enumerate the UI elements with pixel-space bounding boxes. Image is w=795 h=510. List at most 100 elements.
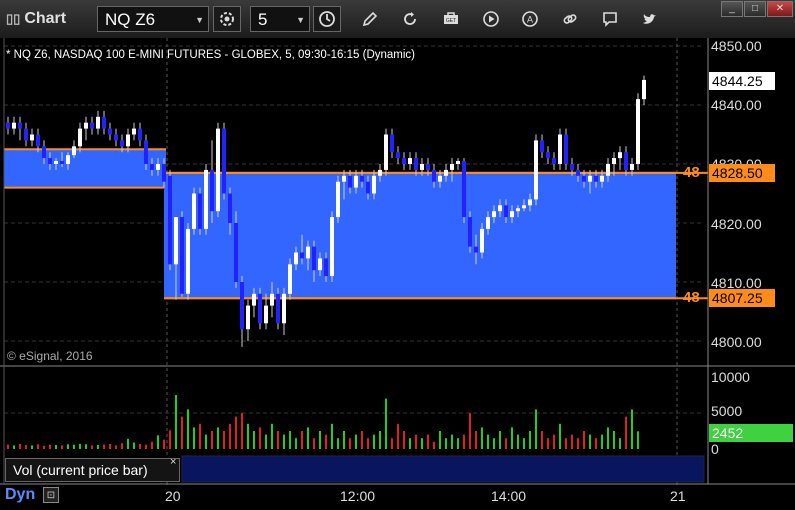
candle-body bbox=[546, 152, 550, 159]
alert-button[interactable]: A bbox=[516, 6, 544, 32]
app-title: ▯▯ Chart bbox=[6, 8, 66, 30]
candle-body bbox=[456, 161, 460, 164]
candle-body bbox=[228, 193, 232, 223]
candle-body bbox=[366, 181, 370, 194]
candle-body bbox=[258, 293, 262, 324]
candle-body bbox=[186, 228, 190, 294]
interval-select[interactable]: 5 ▼ bbox=[250, 6, 310, 32]
candle-body bbox=[468, 217, 472, 247]
candle-body bbox=[564, 134, 568, 164]
price-chart[interactable] bbox=[0, 38, 795, 510]
comment-button[interactable] bbox=[596, 6, 624, 32]
volume-tick: 5000 bbox=[711, 403, 743, 419]
candle-body bbox=[234, 223, 238, 282]
candle-body bbox=[600, 175, 604, 182]
candle-body bbox=[636, 99, 640, 164]
draw-button[interactable] bbox=[356, 6, 384, 32]
candle-body bbox=[528, 199, 532, 206]
candle-body bbox=[270, 293, 274, 306]
clock-icon bbox=[319, 11, 335, 27]
candle-body bbox=[588, 175, 592, 182]
candle-body bbox=[396, 152, 400, 159]
candle-body bbox=[300, 252, 304, 259]
lock-icon[interactable]: ⊡ bbox=[43, 487, 59, 503]
candle-body bbox=[180, 217, 184, 294]
candle-body bbox=[486, 217, 490, 229]
candle-body bbox=[330, 217, 334, 277]
candle-body bbox=[12, 122, 16, 129]
candle-body bbox=[198, 193, 202, 229]
twitter-button[interactable] bbox=[636, 6, 664, 32]
candle-body bbox=[96, 116, 100, 129]
candle-body bbox=[84, 122, 88, 129]
play-icon bbox=[483, 11, 499, 27]
candle-body bbox=[150, 164, 154, 170]
candle-body bbox=[138, 128, 142, 141]
candle-body bbox=[66, 155, 70, 164]
candle-body bbox=[504, 205, 508, 218]
candle-body bbox=[624, 152, 628, 170]
level-low-label: 48 bbox=[683, 289, 700, 306]
candle-body bbox=[114, 134, 118, 141]
settings-button[interactable] bbox=[213, 6, 241, 32]
candle-body bbox=[174, 217, 178, 265]
candle-body bbox=[390, 134, 394, 153]
symbol-value: NQ Z6 bbox=[105, 10, 156, 29]
dynamic-mode-label[interactable]: Dyn bbox=[5, 486, 35, 504]
candle-body bbox=[132, 128, 136, 135]
volume-panel-band bbox=[181, 455, 705, 483]
play-button[interactable] bbox=[477, 6, 505, 32]
candle-body bbox=[630, 164, 634, 170]
candle-body bbox=[48, 158, 52, 164]
candle-body bbox=[90, 122, 94, 129]
volume-study-close-icon[interactable]: × bbox=[170, 456, 176, 468]
candle-body bbox=[192, 193, 196, 229]
time-tick: 14:00 bbox=[491, 488, 527, 504]
candle-body bbox=[432, 169, 436, 182]
last-volume-tag: 2452 bbox=[709, 424, 793, 442]
candle-body bbox=[384, 134, 388, 170]
price-zone bbox=[164, 172, 676, 299]
candle-body bbox=[312, 246, 316, 271]
chart-toolbar: ▯▯ Chart NQ Z6 ▼ 5 ▼ GET A _ □ ✕ bbox=[0, 0, 795, 39]
candle-body bbox=[420, 164, 424, 170]
candle-body bbox=[570, 164, 574, 170]
candle-body bbox=[612, 158, 616, 164]
last-price-tag: 4844.25 bbox=[709, 72, 775, 90]
candle-body bbox=[516, 208, 520, 212]
volume-study-label[interactable]: Vol (current price bar) bbox=[5, 458, 180, 482]
candle-body bbox=[618, 152, 622, 159]
candle-body bbox=[324, 258, 328, 277]
candle-body bbox=[276, 293, 280, 324]
time-tick: 20 bbox=[165, 488, 181, 504]
candle-body bbox=[54, 161, 58, 164]
candle-body bbox=[540, 140, 544, 153]
candle-body bbox=[642, 79, 646, 100]
candle-body bbox=[294, 252, 298, 265]
refresh-button[interactable] bbox=[396, 6, 424, 32]
chevron-down-icon: ▼ bbox=[296, 15, 305, 25]
link-button[interactable] bbox=[556, 6, 584, 32]
time-tick: 12:00 bbox=[340, 488, 376, 504]
price-tick: 4800.00 bbox=[711, 334, 762, 350]
maximize-button[interactable]: □ bbox=[744, 1, 766, 17]
price-tick: 4850.00 bbox=[711, 38, 762, 54]
candle-body bbox=[372, 175, 376, 194]
alert-label: A bbox=[527, 15, 533, 25]
candle-body bbox=[342, 175, 346, 182]
candle-body bbox=[360, 175, 364, 182]
candle-body bbox=[222, 128, 226, 194]
time-button[interactable] bbox=[313, 6, 341, 32]
candle-body bbox=[18, 122, 22, 129]
candle-body bbox=[606, 164, 610, 176]
symbol-select[interactable]: NQ Z6 ▼ bbox=[97, 6, 209, 32]
get-label: GET bbox=[446, 18, 456, 24]
candle-body bbox=[426, 164, 430, 170]
minimize-button[interactable]: _ bbox=[721, 1, 743, 17]
toolbox-button[interactable]: GET bbox=[437, 6, 465, 32]
interval-value: 5 bbox=[258, 10, 268, 29]
candle-body bbox=[336, 181, 340, 218]
close-button[interactable]: ✕ bbox=[767, 1, 793, 17]
candle-body bbox=[558, 134, 562, 164]
candle-body bbox=[474, 246, 478, 253]
